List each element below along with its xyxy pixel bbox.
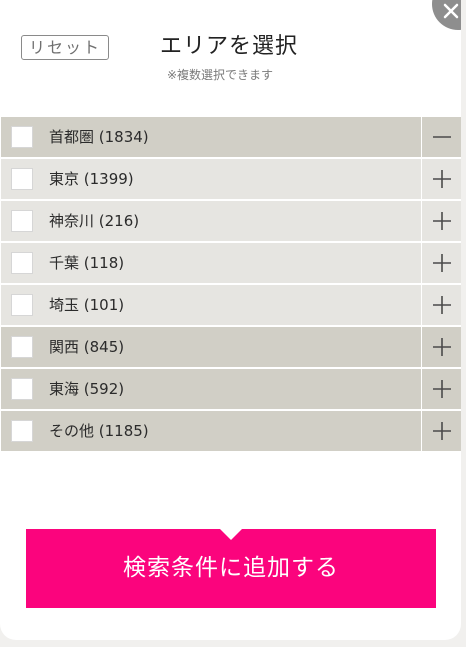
area-checkbox[interactable] bbox=[11, 168, 33, 190]
plus-icon bbox=[433, 422, 451, 440]
area-row-tokyo: 東京 (1399) bbox=[1, 159, 461, 199]
plus-icon bbox=[433, 254, 451, 272]
area-label: 神奈川 (216) bbox=[49, 212, 140, 230]
plus-icon bbox=[433, 170, 451, 188]
expand-button[interactable] bbox=[421, 243, 461, 283]
collapse-button[interactable] bbox=[421, 117, 461, 157]
expand-button[interactable] bbox=[421, 327, 461, 367]
area-list: 首都圏 (1834) 東京 (1399) 神奈川 (216) 千葉 (118) … bbox=[1, 117, 461, 453]
add-to-search-label: 検索条件に追加する bbox=[123, 555, 339, 581]
minus-icon bbox=[433, 136, 451, 138]
area-checkbox[interactable] bbox=[11, 210, 33, 232]
area-row-tokai: 東海 (592) bbox=[1, 369, 461, 409]
area-row-other: その他 (1185) bbox=[1, 411, 461, 451]
area-label: その他 (1185) bbox=[49, 422, 149, 440]
expand-button[interactable] bbox=[421, 411, 461, 451]
area-label: 関西 (845) bbox=[49, 338, 125, 356]
plus-icon bbox=[433, 380, 451, 398]
plus-icon bbox=[433, 338, 451, 356]
area-checkbox[interactable] bbox=[11, 378, 33, 400]
area-label: 千葉 (118) bbox=[49, 254, 125, 272]
plus-icon bbox=[433, 296, 451, 314]
area-row-kansai: 関西 (845) bbox=[1, 327, 461, 367]
expand-button[interactable] bbox=[421, 285, 461, 325]
multi-select-note: ※複数選択できます bbox=[167, 68, 274, 82]
reset-button[interactable]: リセット bbox=[21, 35, 109, 60]
area-select-modal: リセット エリアを選択 ※複数選択できます 首都圏 (1834) 東京 (139… bbox=[0, 0, 461, 640]
area-checkbox[interactable] bbox=[11, 336, 33, 358]
area-checkbox[interactable] bbox=[11, 126, 33, 148]
close-button[interactable] bbox=[432, 0, 461, 30]
expand-button[interactable] bbox=[421, 201, 461, 241]
close-icon bbox=[443, 3, 459, 19]
expand-button[interactable] bbox=[421, 369, 461, 409]
expand-button[interactable] bbox=[421, 159, 461, 199]
area-checkbox[interactable] bbox=[11, 294, 33, 316]
area-checkbox[interactable] bbox=[11, 420, 33, 442]
area-label: 東京 (1399) bbox=[49, 170, 134, 188]
area-label: 埼玉 (101) bbox=[49, 296, 125, 314]
area-row-shutoken: 首都圏 (1834) bbox=[1, 117, 461, 157]
add-to-search-button[interactable]: 検索条件に追加する bbox=[26, 529, 436, 608]
area-label: 東海 (592) bbox=[49, 380, 125, 398]
modal-title: エリアを選択 bbox=[160, 34, 299, 59]
plus-icon bbox=[433, 212, 451, 230]
area-row-kanagawa: 神奈川 (216) bbox=[1, 201, 461, 241]
area-label: 首都圏 (1834) bbox=[49, 128, 149, 146]
area-checkbox[interactable] bbox=[11, 252, 33, 274]
area-row-saitama: 埼玉 (101) bbox=[1, 285, 461, 325]
area-row-chiba: 千葉 (118) bbox=[1, 243, 461, 283]
